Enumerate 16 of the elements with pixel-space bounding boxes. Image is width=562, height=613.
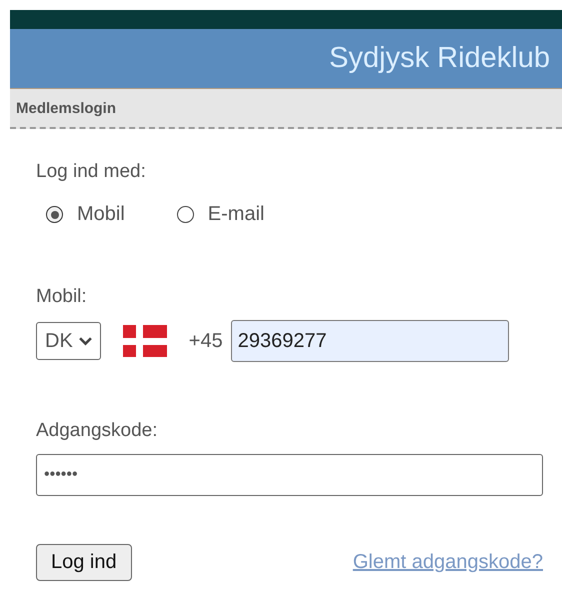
chevron-down-icon xyxy=(78,336,92,346)
section-title: Medlemslogin xyxy=(16,100,116,116)
password-input[interactable]: •••••• xyxy=(36,454,543,496)
field-label: Adgangskode: xyxy=(36,420,158,442)
phone-prefix: +45 xyxy=(188,330,223,352)
phone-input[interactable]: 29369277 xyxy=(230,320,509,362)
radio-option[interactable]: Mobil xyxy=(36,203,125,226)
radio-option[interactable]: E-mail xyxy=(166,203,264,226)
country-select[interactable]: DK xyxy=(36,322,101,360)
site-title: Sydjysk Rideklub xyxy=(329,42,550,75)
field-label: Mobil: xyxy=(36,286,87,308)
radio-button[interactable] xyxy=(46,206,63,223)
radio-button[interactable] xyxy=(176,206,194,223)
field-label: Log ind med: xyxy=(36,161,146,183)
flag-icon xyxy=(122,325,167,357)
login-button[interactable]: Log ind xyxy=(36,544,132,581)
